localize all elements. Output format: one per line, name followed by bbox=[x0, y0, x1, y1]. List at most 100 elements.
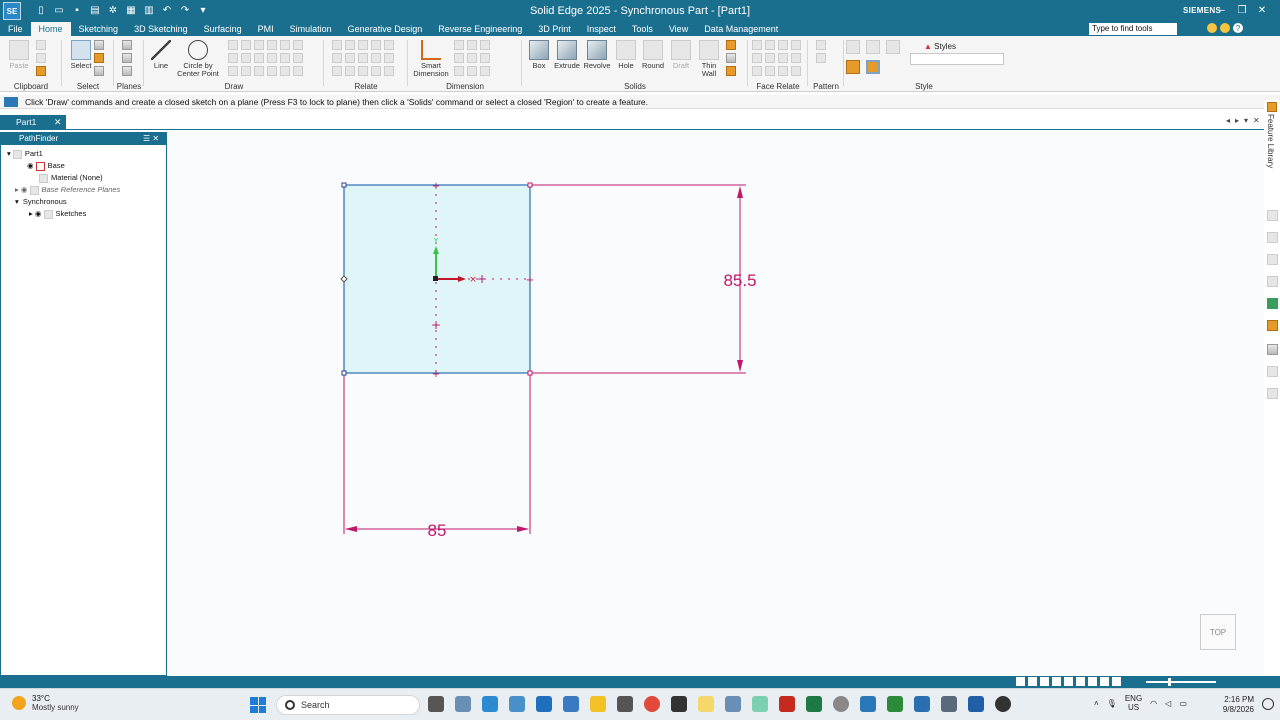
split-icon[interactable] bbox=[293, 66, 303, 76]
terminal-icon[interactable] bbox=[671, 696, 687, 712]
pathfinder-close-icon[interactable]: ✕ bbox=[152, 134, 159, 143]
equal-radius-icon[interactable] bbox=[791, 53, 801, 63]
tab-inspect[interactable]: Inspect bbox=[579, 22, 624, 36]
tab-sketching[interactable]: Sketching bbox=[71, 22, 127, 36]
feature-library-tab[interactable]: Feature Library bbox=[1266, 114, 1275, 168]
angle-between-icon[interactable] bbox=[467, 40, 477, 50]
plane-angle-icon[interactable] bbox=[122, 66, 132, 76]
dock-tool-icon[interactable] bbox=[1267, 210, 1278, 221]
app-icon[interactable] bbox=[995, 696, 1011, 712]
thicken-icon[interactable] bbox=[726, 53, 736, 63]
tab-file[interactable]: File bbox=[0, 22, 31, 36]
prompt-icon[interactable] bbox=[4, 97, 18, 107]
dock-tool-icon[interactable] bbox=[1267, 232, 1278, 243]
close-tab-icon[interactable]: ✕ bbox=[54, 115, 62, 130]
offset-face-icon[interactable] bbox=[752, 66, 762, 76]
collapse-icon[interactable]: ▾ bbox=[15, 197, 19, 206]
select-box-icon[interactable] bbox=[94, 53, 104, 63]
app-icon[interactable] bbox=[941, 696, 957, 712]
chrome-icon[interactable] bbox=[644, 696, 660, 712]
dock-tool-icon[interactable] bbox=[1267, 366, 1278, 377]
view-iso-icon[interactable] bbox=[846, 40, 860, 54]
plane-icon[interactable] bbox=[122, 40, 132, 50]
perpendicular-icon[interactable] bbox=[345, 66, 355, 76]
dock-tool-icon[interactable] bbox=[1267, 254, 1278, 265]
select-filter-icon[interactable] bbox=[94, 40, 104, 50]
display-icon[interactable] bbox=[1112, 677, 1121, 686]
horizontal-icon[interactable] bbox=[345, 40, 355, 50]
taskbar-search[interactable]: Search bbox=[276, 695, 420, 715]
tab-view[interactable]: View bbox=[661, 22, 696, 36]
restore-icon[interactable]: ❐ bbox=[1235, 2, 1249, 18]
corner-handle[interactable] bbox=[341, 370, 347, 376]
collapse-icon[interactable]: ▾ bbox=[7, 149, 11, 158]
tab-list-icon[interactable]: ▾ bbox=[1244, 116, 1248, 125]
coplanar-icon[interactable] bbox=[752, 40, 762, 50]
rectangle-icon[interactable] bbox=[228, 40, 238, 50]
width-dimension-value[interactable]: 85 bbox=[428, 521, 447, 540]
symmetric-face-icon[interactable] bbox=[778, 53, 788, 63]
tab-pmi[interactable]: PMI bbox=[250, 22, 282, 36]
parallel-face-icon[interactable] bbox=[752, 53, 762, 63]
view-orient-icon[interactable] bbox=[1088, 677, 1097, 686]
polygon-icon[interactable] bbox=[254, 40, 264, 50]
height-dimension-value[interactable]: 85.5 bbox=[723, 271, 756, 290]
pathfinder-menu-icon[interactable]: ☰ bbox=[143, 134, 150, 143]
add-body-icon[interactable] bbox=[726, 40, 736, 50]
frown-icon[interactable] bbox=[1220, 23, 1230, 33]
zoom-slider[interactable] bbox=[1146, 678, 1216, 686]
zoom-area-icon[interactable] bbox=[1040, 677, 1049, 686]
app-icon[interactable] bbox=[887, 696, 903, 712]
dock-tool-icon[interactable] bbox=[1267, 298, 1278, 309]
settings-app-icon[interactable] bbox=[833, 696, 849, 712]
acrobat-icon[interactable] bbox=[779, 696, 795, 712]
tab-tools[interactable]: Tools bbox=[624, 22, 661, 36]
tab-reverse-engineering[interactable]: Reverse Engineering bbox=[430, 22, 530, 36]
app-icon[interactable] bbox=[698, 696, 714, 712]
help-icon[interactable]: ? bbox=[1233, 23, 1243, 33]
select-options-icon[interactable] bbox=[94, 66, 104, 76]
concentric-icon[interactable] bbox=[358, 40, 368, 50]
weather-widget[interactable]: 33°C Mostly sunny bbox=[12, 694, 79, 712]
distance-between-icon[interactable] bbox=[454, 40, 464, 50]
rotate-icon[interactable] bbox=[254, 66, 264, 76]
extrude-button[interactable]: Extrude bbox=[550, 40, 584, 70]
styles-button[interactable]: ▲ Styles bbox=[924, 42, 956, 51]
point-icon[interactable] bbox=[228, 66, 238, 76]
app-icon[interactable] bbox=[455, 696, 471, 712]
clock[interactable]: 2:16 PM 9/8/2026 bbox=[1214, 695, 1254, 715]
concentric-face-icon[interactable] bbox=[765, 40, 775, 50]
midpoint-icon[interactable] bbox=[358, 66, 368, 76]
x-icon[interactable] bbox=[371, 66, 381, 76]
library-icon[interactable] bbox=[1267, 102, 1277, 112]
layers-icon[interactable] bbox=[1267, 344, 1278, 355]
app-icon[interactable] bbox=[725, 696, 741, 712]
corner-handle[interactable] bbox=[527, 370, 533, 376]
rigid-face-icon[interactable] bbox=[765, 66, 775, 76]
style-dropdown[interactable] bbox=[910, 53, 1004, 65]
shaded-edges-icon[interactable] bbox=[866, 60, 880, 74]
app-icon[interactable] bbox=[860, 696, 876, 712]
arc-icon[interactable] bbox=[241, 40, 251, 50]
fillet-icon[interactable] bbox=[267, 40, 277, 50]
tree-item-part[interactable]: ▾ Part1 bbox=[7, 148, 43, 159]
chamfer-dim-icon[interactable] bbox=[480, 53, 490, 63]
parallel-icon[interactable] bbox=[332, 53, 342, 63]
notification-icon[interactable] bbox=[1262, 698, 1274, 710]
expand-icon[interactable]: ▸ bbox=[15, 185, 19, 194]
view-trimetric-icon[interactable] bbox=[886, 40, 900, 54]
fit-icon[interactable] bbox=[1016, 677, 1025, 686]
microphone-icon[interactable]: 🎙 bbox=[1107, 699, 1117, 708]
copy-icon[interactable] bbox=[36, 53, 46, 63]
equal-icon[interactable] bbox=[345, 53, 355, 63]
tab-simulation[interactable]: Simulation bbox=[282, 22, 340, 36]
start-button[interactable] bbox=[250, 697, 266, 713]
tab-generative-design[interactable]: Generative Design bbox=[340, 22, 431, 36]
dim-axis-icon[interactable] bbox=[454, 66, 464, 76]
dock-tool-icon[interactable] bbox=[1267, 388, 1278, 399]
tab-surfacing[interactable]: Surfacing bbox=[196, 22, 250, 36]
tree-item-reference-planes[interactable]: ▸ ◉ Base Reference Planes bbox=[15, 184, 120, 195]
view-dimetric-icon[interactable] bbox=[866, 40, 880, 54]
relationship-icon[interactable] bbox=[384, 40, 394, 50]
collinear-icon[interactable] bbox=[384, 53, 394, 63]
